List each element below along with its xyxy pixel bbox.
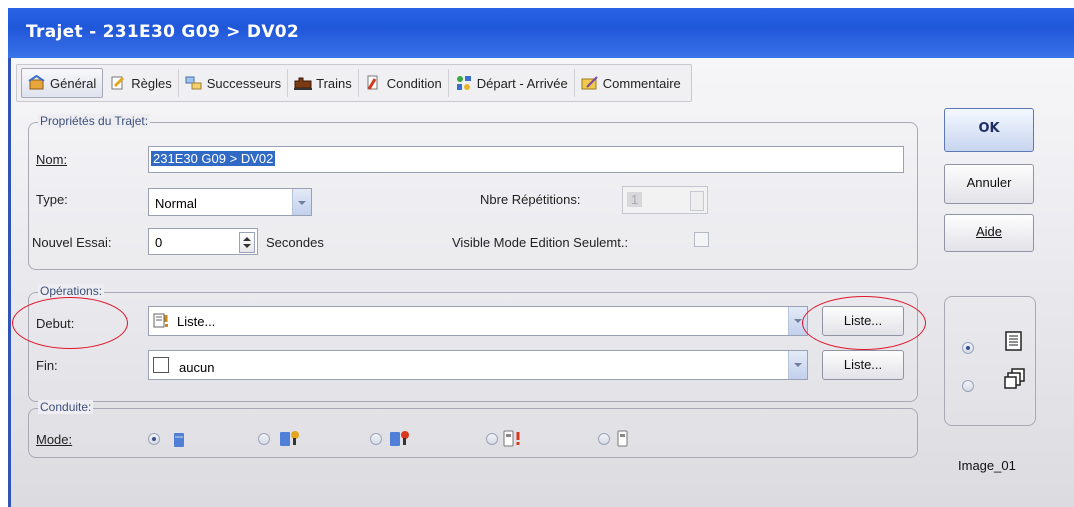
view-radio-list[interactable] (962, 342, 974, 354)
annotation-circle-start-list-button (802, 296, 926, 350)
properties-group-label: Propriétés du Trajet: (38, 114, 151, 128)
tab-rules-label: Règles (131, 75, 172, 91)
empty-checkbox-icon (153, 357, 169, 373)
cancel-button[interactable]: Annuler (944, 164, 1034, 204)
comment-icon (581, 75, 599, 91)
annotation-circle-start-label (12, 297, 128, 349)
visible-edit-checkbox[interactable] (694, 232, 709, 247)
cascade-view-icon (1004, 368, 1026, 393)
successors-icon (185, 75, 203, 91)
end-select-value: aucun (179, 360, 215, 375)
end-label: Fin: (36, 358, 58, 373)
tab-bar: Général Règles Successeurs Trains Condit… (16, 64, 692, 102)
mode-1-icon (172, 430, 188, 451)
conduct-group (28, 408, 918, 458)
type-select[interactable]: Normal (148, 188, 312, 216)
retry-unit: Secondes (266, 235, 324, 250)
window-title: Trajet - 231E30 G09 > DV02 (26, 22, 300, 42)
mode-radio-2[interactable] (258, 433, 270, 445)
name-label: Nom: (36, 152, 68, 167)
end-dropdown-arrow-icon[interactable] (788, 351, 807, 379)
start-select[interactable]: Liste... (148, 306, 808, 336)
repetitions-stepper[interactable]: 1 (622, 186, 708, 214)
tab-general[interactable]: Général (21, 68, 104, 98)
tab-comment-label: Commentaire (602, 75, 681, 91)
type-select-value: Normal (155, 196, 197, 211)
trains-icon (294, 75, 313, 91)
image-label: Image_01 (958, 458, 1016, 473)
mode-2-icon (278, 428, 302, 451)
repetitions-value: 1 (627, 192, 643, 207)
name-field[interactable]: 231E30 G09 > DV02 (148, 146, 904, 173)
retry-stepper[interactable]: 0 (148, 228, 258, 255)
general-icon (28, 75, 46, 91)
visible-edit-label: Visible Mode Edition Seulemt.: (452, 235, 629, 250)
rules-icon (109, 75, 127, 91)
conduct-group-label: Conduite: (38, 400, 94, 414)
page-margin (0, 0, 8, 507)
tab-general-label: Général (50, 75, 97, 91)
operations-group-label: Opérations: (38, 284, 105, 298)
tab-trains[interactable]: Trains (288, 69, 359, 97)
tab-successors-label: Successeurs (206, 75, 282, 91)
retry-value: 0 (155, 235, 163, 250)
mode-radio-4[interactable] (486, 433, 498, 445)
tab-successors[interactable]: Successeurs (179, 69, 289, 97)
type-dropdown-arrow-icon[interactable] (292, 189, 311, 215)
mode-radio-1[interactable] (148, 433, 160, 445)
list-icon (153, 313, 171, 329)
end-select[interactable]: aucun (148, 350, 808, 380)
tab-trains-label: Trains (316, 75, 352, 91)
end-list-button[interactable]: Liste... (822, 350, 904, 380)
mode-radio-3[interactable] (370, 433, 382, 445)
help-button[interactable]: Aide (944, 214, 1034, 252)
tab-condition-label: Condition (386, 75, 442, 91)
start-select-value: Liste... (177, 314, 216, 329)
retry-label: Nouvel Essai: (32, 235, 112, 250)
name-field-value: 231E30 G09 > DV02 (151, 151, 276, 166)
mode-label: Mode: (36, 432, 73, 447)
tab-departure-arrival[interactable]: Départ - Arrivée (449, 69, 575, 97)
list-view-icon (1004, 330, 1024, 355)
tab-departure-arrival-label: Départ - Arrivée (476, 75, 568, 91)
mode-4-icon (502, 428, 526, 451)
view-radio-cascade[interactable] (962, 380, 974, 392)
condition-icon (365, 75, 383, 91)
tab-condition[interactable]: Condition (359, 69, 449, 97)
tab-rules[interactable]: Règles (103, 69, 179, 97)
title-bar[interactable]: Trajet - 231E30 G09 > DV02 (8, 8, 1074, 58)
tab-comment[interactable]: Commentaire (575, 69, 687, 97)
departure-arrival-icon (455, 75, 473, 91)
mode-3-icon (388, 428, 412, 451)
mode-5-icon (616, 428, 632, 451)
mode-radio-5[interactable] (598, 433, 610, 445)
view-selector-group (944, 296, 1036, 426)
type-label: Type: (36, 192, 68, 207)
repetitions-label: Nbre Répétitions: (480, 192, 581, 207)
ok-button[interactable]: OK (944, 108, 1034, 152)
repetitions-spin-icon[interactable] (690, 191, 704, 211)
retry-spin-icon[interactable] (239, 232, 255, 253)
